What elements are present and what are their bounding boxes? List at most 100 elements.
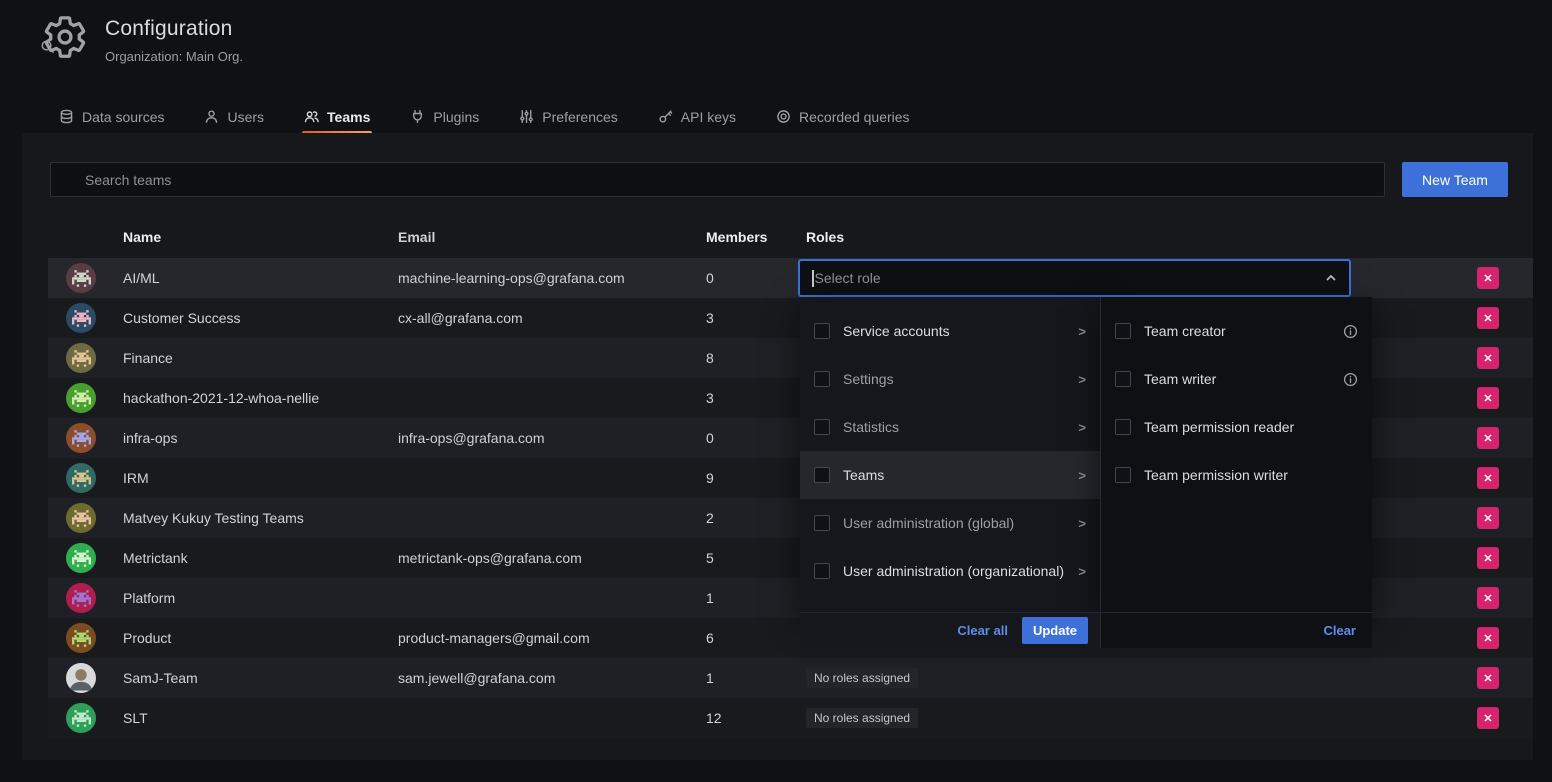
tab-data-sources[interactable]: Data sources [57, 100, 166, 133]
team-name[interactable]: Product [123, 630, 398, 646]
tab-api-keys[interactable]: API keys [656, 100, 738, 133]
delete-team-button[interactable]: ✕ [1477, 627, 1499, 649]
role-option-label: Team permission writer [1144, 467, 1288, 483]
role-option-item[interactable]: Team permission writer [1101, 451, 1372, 499]
team-name[interactable]: Matvey Kukuy Testing Teams [123, 510, 398, 526]
role-group-item[interactable]: Service accounts > [800, 307, 1100, 355]
role-option-item[interactable]: Team writer [1101, 355, 1372, 403]
team-name[interactable]: infra-ops [123, 430, 398, 446]
tab-label: Teams [327, 109, 370, 125]
team-name[interactable]: IRM [123, 470, 398, 486]
tab-label: Plugins [433, 109, 479, 125]
avatar-cell [48, 623, 123, 653]
checkbox[interactable] [1115, 323, 1131, 339]
close-icon: ✕ [1483, 712, 1492, 725]
tab-plugins[interactable]: Plugins [408, 100, 481, 133]
team-roles-cell[interactable]: No roles assigned [806, 708, 1477, 728]
team-avatar [66, 303, 96, 333]
team-name[interactable]: Customer Success [123, 310, 398, 326]
avatar-cell [48, 343, 123, 373]
team-name[interactable]: Metrictank [123, 550, 398, 566]
delete-team-button[interactable]: ✕ [1477, 307, 1499, 329]
update-button[interactable]: Update [1022, 617, 1088, 644]
close-icon: ✕ [1483, 512, 1492, 525]
team-name[interactable]: SLT [123, 710, 398, 726]
role-group-label: Statistics [843, 419, 899, 435]
team-email: product-managers@gmail.com [398, 630, 706, 646]
checkbox[interactable] [814, 467, 830, 483]
checkbox[interactable] [814, 419, 830, 435]
info-icon[interactable] [1343, 324, 1358, 339]
team-name[interactable]: hackathon-2021-12-whoa-nellie [123, 390, 398, 406]
tab-teams[interactable]: Teams [302, 100, 372, 133]
role-picker-input[interactable]: Select role [798, 259, 1351, 297]
role-group-label: Teams [843, 467, 884, 483]
tab-preferences[interactable]: Preferences [517, 100, 619, 133]
person-photo-icon [66, 663, 96, 693]
team-name[interactable]: AI/ML [123, 270, 398, 286]
checkbox[interactable] [1115, 419, 1131, 435]
team-email: sam.jewell@grafana.com [398, 670, 706, 686]
clear-all-button[interactable]: Clear all [957, 623, 1008, 638]
delete-team-button[interactable]: ✕ [1477, 547, 1499, 569]
team-avatar-icon [72, 350, 91, 367]
page-subtitle: Organization: Main Org. [105, 49, 243, 64]
team-email: metrictank-ops@grafana.com [398, 550, 706, 566]
delete-team-button[interactable]: ✕ [1477, 667, 1499, 689]
team-name[interactable]: Finance [123, 350, 398, 366]
tab-recorded-queries[interactable]: Recorded queries [774, 100, 912, 133]
avatar-cell [48, 543, 123, 573]
tab-label: Data sources [82, 109, 164, 125]
checkbox[interactable] [1115, 467, 1131, 483]
config-tabbar: Data sources Users Teams Plugins Prefere… [57, 100, 912, 133]
team-avatar [66, 663, 96, 693]
team-avatar [66, 263, 96, 293]
role-group-item[interactable]: User administration (global) > [800, 499, 1100, 547]
role-group-item[interactable]: User administration (organizational) > [800, 547, 1100, 595]
record-icon [776, 109, 791, 124]
checkbox[interactable] [814, 515, 830, 531]
checkbox[interactable] [1115, 371, 1131, 387]
team-members-count: 3 [706, 390, 806, 406]
delete-team-button[interactable]: ✕ [1477, 387, 1499, 409]
role-group-item[interactable]: Teams > [800, 451, 1100, 499]
tab-label: Preferences [542, 109, 617, 125]
role-option-label: Team creator [1144, 323, 1226, 339]
close-icon: ✕ [1483, 392, 1492, 405]
tab-users[interactable]: Users [202, 100, 266, 133]
table-row[interactable]: SamJ-Team sam.jewell@grafana.com 1 No ro… [48, 658, 1533, 698]
role-group-item[interactable]: Settings > [800, 355, 1100, 403]
info-icon[interactable] [1343, 372, 1358, 387]
role-group-item[interactable]: Statistics > [800, 403, 1100, 451]
delete-team-button[interactable]: ✕ [1477, 587, 1499, 609]
checkbox[interactable] [814, 323, 830, 339]
new-team-button[interactable]: New Team [1402, 162, 1508, 197]
chevron-up-icon[interactable] [1325, 272, 1337, 284]
delete-team-button[interactable]: ✕ [1477, 427, 1499, 449]
delete-team-button[interactable]: ✕ [1477, 267, 1499, 289]
role-group-label: Settings [843, 371, 894, 387]
checkbox[interactable] [814, 371, 830, 387]
delete-team-button[interactable]: ✕ [1477, 347, 1499, 369]
team-members-count: 2 [706, 510, 806, 526]
close-icon: ✕ [1483, 352, 1492, 365]
team-name[interactable]: Platform [123, 590, 398, 606]
team-avatar-icon [72, 310, 91, 327]
chevron-right-icon: > [1078, 516, 1086, 531]
clear-button[interactable]: Clear [1323, 623, 1356, 638]
avatar-cell [48, 463, 123, 493]
search-input[interactable] [50, 162, 1385, 197]
table-row[interactable]: SLT 12 No roles assigned ✕ [48, 698, 1533, 738]
chevron-right-icon: > [1078, 420, 1086, 435]
delete-team-button[interactable]: ✕ [1477, 467, 1499, 489]
role-option-item[interactable]: Team creator [1101, 307, 1372, 355]
delete-team-button[interactable]: ✕ [1477, 707, 1499, 729]
team-avatar-icon [72, 710, 91, 727]
delete-team-button[interactable]: ✕ [1477, 507, 1499, 529]
team-name[interactable]: SamJ-Team [123, 670, 398, 686]
checkbox[interactable] [814, 563, 830, 579]
team-avatar [66, 583, 96, 613]
close-icon: ✕ [1483, 432, 1492, 445]
team-roles-cell[interactable]: No roles assigned [806, 668, 1477, 688]
role-option-item[interactable]: Team permission reader [1101, 403, 1372, 451]
